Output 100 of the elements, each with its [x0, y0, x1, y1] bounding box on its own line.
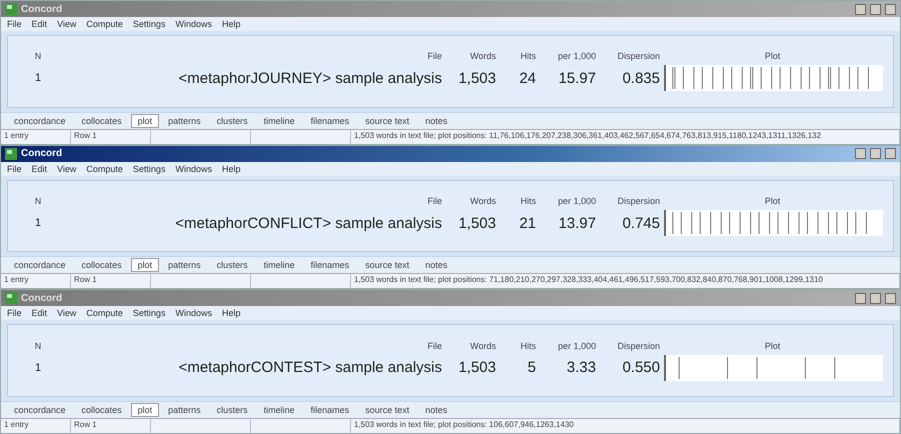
tab[interactable]: patterns	[161, 114, 208, 128]
table-cell-text: 0.745	[621, 214, 660, 232]
menu-item[interactable]: Settings	[132, 164, 166, 174]
tab[interactable]: collocates	[74, 258, 129, 272]
window-title: Concord	[21, 148, 64, 160]
menu-item[interactable]: Help	[222, 164, 240, 174]
tab[interactable]: source text	[358, 403, 416, 418]
table-cell-text: <metaphorJOURNEY> sample analysis	[178, 70, 442, 87]
menu-item[interactable]: Edit	[32, 308, 48, 318]
column-header: Words	[469, 340, 496, 351]
menu-item[interactable]: Windows	[175, 164, 212, 174]
tab[interactable]: patterns	[161, 258, 208, 272]
maximize-button[interactable]	[870, 4, 881, 14]
table-cell-text: 1,503	[457, 70, 496, 87]
tab[interactable]: concordance	[7, 403, 73, 418]
menu-item[interactable]: Compute	[86, 19, 123, 29]
menu-item[interactable]: Windows	[175, 308, 212, 318]
tab[interactable]: collocates	[74, 403, 129, 418]
menu-item[interactable]: Windows	[175, 19, 212, 29]
table-cell-text: 13.97	[557, 214, 596, 232]
app-icon	[5, 292, 17, 304]
column-header: per 1,000	[556, 340, 596, 351]
menu-item[interactable]: View	[57, 19, 76, 29]
window-title: Concord	[21, 292, 64, 304]
app-icon	[5, 148, 17, 160]
minimize-button[interactable]	[855, 4, 866, 14]
table-cell-text: <metaphorCONFLICT> sample analysis	[174, 214, 442, 232]
column-header: File	[426, 51, 442, 62]
status-field: 1,503 words in text file; plot positions: 71,180,210,270,297,328,333,404,461,496,517,593,700,832,840,870,768,901,1008,1299,1310	[351, 274, 900, 288]
column-header: Dispersion	[616, 340, 660, 351]
close-button[interactable]	[885, 292, 896, 304]
tab[interactable]: filenames	[304, 114, 356, 128]
tab[interactable]: timeline	[256, 114, 302, 128]
column-header: per 1,000	[556, 51, 596, 62]
menu-item[interactable]: Settings	[132, 19, 166, 29]
tab[interactable]: filenames	[304, 258, 356, 272]
column-header: Dispersion	[616, 196, 660, 206]
table-cell-text: 0.550	[621, 359, 660, 376]
column-header: N	[34, 340, 42, 351]
menu-item[interactable]: Settings	[132, 308, 166, 318]
maximize-button[interactable]	[870, 292, 881, 304]
table-cell-text: <metaphorCONTEST> sample analysis	[178, 359, 442, 376]
column-header: Words	[469, 196, 496, 206]
table-cell-text: 1,503	[457, 359, 496, 376]
maximize-button[interactable]	[870, 148, 881, 160]
menu-item[interactable]: File	[7, 308, 22, 318]
menu-item[interactable]: Help	[222, 308, 240, 318]
column-header: Hits	[520, 340, 536, 351]
tab[interactable]: clusters	[210, 258, 255, 272]
status-field: Row 1	[71, 130, 151, 144]
status-field: 1,503 words in text file; plot positions: 106,607,946,1263,1430	[351, 419, 900, 434]
status-field: Row 1	[71, 274, 151, 288]
status-field: Row 1	[71, 419, 151, 434]
status-field: 1 entry	[1, 130, 71, 144]
minimize-button[interactable]	[855, 292, 866, 304]
tab[interactable]: filenames	[304, 403, 356, 418]
menu-item[interactable]: Compute	[86, 308, 123, 318]
menu-item[interactable]: Edit	[32, 19, 48, 29]
column-header: per 1,000	[556, 196, 596, 206]
tab[interactable]: source text	[358, 258, 416, 272]
menu-item[interactable]: File	[7, 19, 22, 29]
tab[interactable]: timeline	[256, 403, 302, 418]
row-number: 1	[34, 217, 42, 229]
table-cell-text: 0.835	[621, 70, 660, 87]
tab[interactable]: concordance	[7, 258, 73, 272]
tab[interactable]: clusters	[210, 114, 255, 128]
menu-item[interactable]: View	[57, 164, 76, 174]
minimize-button[interactable]	[855, 148, 866, 160]
close-button[interactable]	[885, 4, 896, 14]
tab[interactable]: collocates	[74, 114, 129, 128]
column-header: N	[34, 196, 42, 206]
tab[interactable]: source text	[358, 114, 416, 128]
table-cell-text: 3.33	[566, 359, 596, 376]
tab[interactable]: plot	[130, 403, 160, 418]
column-header: N	[34, 51, 42, 62]
table-cell-text: 15.97	[557, 70, 596, 87]
tab[interactable]: timeline	[256, 258, 302, 272]
column-header: Words	[469, 51, 496, 62]
status-field: 1 entry	[1, 419, 71, 434]
tab[interactable]: notes	[418, 403, 454, 418]
tab[interactable]: clusters	[210, 403, 255, 418]
menu-item[interactable]: View	[57, 308, 76, 318]
tab[interactable]: plot	[130, 258, 160, 272]
status-field: 1 entry	[1, 274, 71, 288]
table-cell-text: 24	[518, 70, 536, 87]
tab[interactable]: patterns	[161, 403, 208, 418]
menu-item[interactable]: Help	[222, 19, 240, 29]
column-header: Plot	[764, 340, 782, 351]
menu-item[interactable]: Compute	[86, 164, 123, 174]
menu-item[interactable]: Edit	[32, 164, 48, 174]
tab[interactable]: concordance	[7, 114, 73, 128]
tab[interactable]: notes	[418, 114, 454, 128]
tab[interactable]: notes	[418, 258, 454, 272]
menu-item[interactable]: File	[7, 164, 22, 174]
tab[interactable]: plot	[130, 114, 160, 128]
column-header: Hits	[520, 196, 536, 206]
row-number: 1	[34, 362, 42, 374]
table-cell-text: 1,503	[457, 214, 496, 232]
column-header: File	[426, 340, 442, 351]
close-button[interactable]	[885, 148, 896, 160]
